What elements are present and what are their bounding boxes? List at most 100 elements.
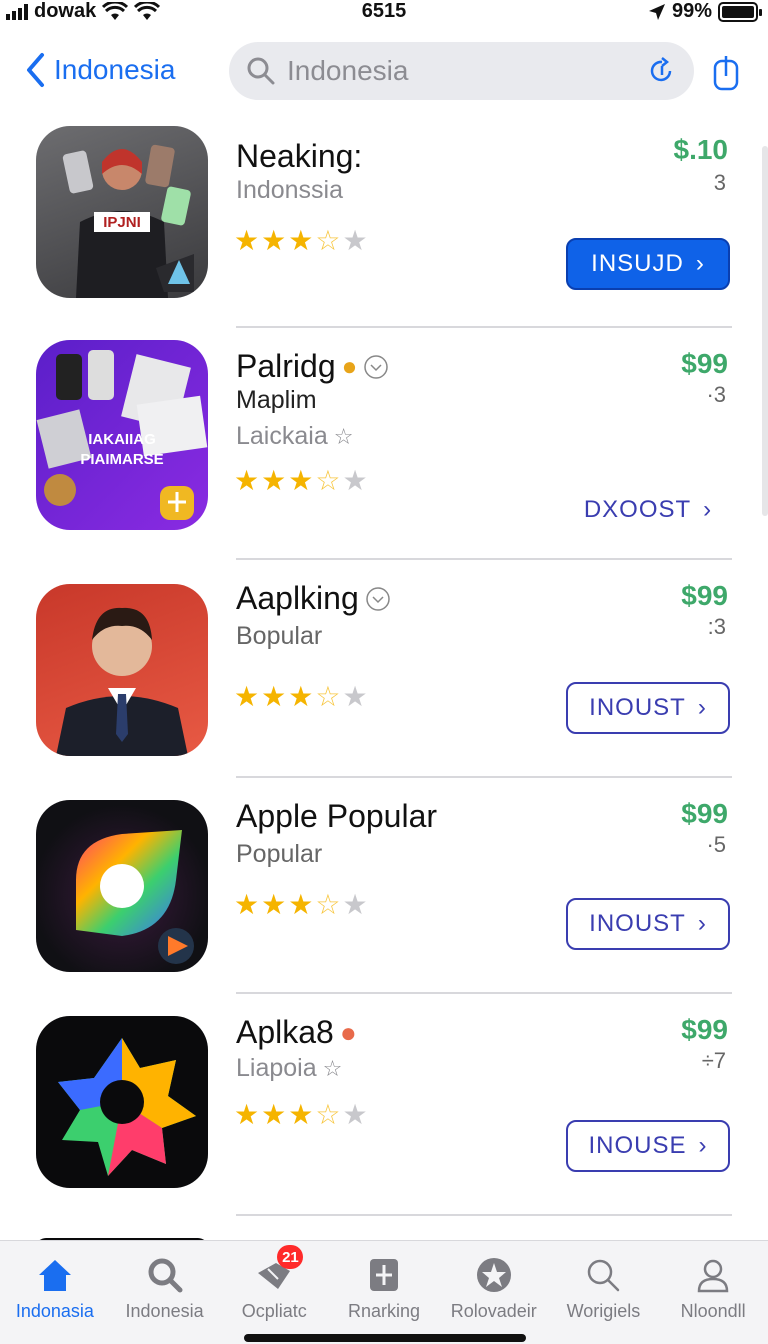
install-button[interactable]: INOUST › — [566, 682, 730, 734]
app-price: $.10 — [673, 134, 729, 165]
app-name[interactable]: Aaplking — [236, 580, 391, 617]
app-name[interactable]: Palridg ● — [236, 348, 389, 385]
chevron-right-icon: › — [695, 250, 705, 277]
rating-stars: ★ ★ ★ ☆ ★ — [234, 224, 368, 257]
star-filled-icon: ★ — [261, 681, 287, 712]
chevron-right-icon: › — [697, 694, 707, 721]
app-icon — [36, 800, 208, 972]
app-count: 3 — [713, 170, 726, 195]
chevron-right-icon: › — [697, 910, 707, 937]
app-icon — [36, 584, 208, 756]
chevron-right-icon: › — [698, 1132, 708, 1159]
rating-stars: ★ ★ ★ ☆ ★ — [234, 888, 368, 921]
tab-updates[interactable]: 21 Ocpliatc — [219, 1241, 329, 1344]
app-name-text: Neaking: — [236, 138, 363, 174]
app-name[interactable]: Aplka8 ● — [236, 1014, 357, 1051]
star-filled-icon: ★ — [261, 225, 287, 256]
star-half-icon: ☆ — [315, 1099, 341, 1130]
star-empty-icon: ★ — [342, 1099, 368, 1130]
rating-stars: ★ ★ ★ ☆ ★ — [234, 1098, 368, 1131]
star-filled-icon: ★ — [288, 889, 314, 920]
app-count: :3 — [707, 614, 726, 639]
search-bar[interactable] — [229, 42, 694, 100]
tab-search-secondary[interactable]: Worigiels — [549, 1241, 659, 1344]
tab-search[interactable]: Indonesia — [110, 1241, 220, 1344]
list-item[interactable]: Aaplking Bopular ★ ★ ★ ☆ ★ $99 :3 INOUST › — [0, 560, 768, 778]
star-empty-icon: ★ — [342, 465, 368, 496]
app-name-text: Palridg — [236, 348, 336, 384]
tab-label: Ocpliatc — [241, 1301, 307, 1321]
app-price: $99 — [681, 798, 728, 829]
app-subtitle: Bopular — [236, 622, 323, 650]
tab-profile[interactable]: Nloondll — [658, 1241, 768, 1344]
app-count: ·5 — [706, 832, 726, 857]
emoji-icon: ● — [341, 351, 358, 381]
install-button[interactable]: INSUJD › — [566, 238, 730, 290]
app-name-text: Aaplking — [236, 580, 359, 616]
list-item[interactable]: Apple Popular Popular ★ ★ ★ ☆ ★ $99 ·5 INOUS… — [0, 778, 768, 994]
app-icon: IPJNI — [36, 126, 208, 298]
search-icon — [247, 57, 275, 85]
app-subtitle-text: Liapoia — [236, 1054, 317, 1082]
install-button-label: INSUJD — [591, 250, 684, 277]
star-outline-icon: ☆ — [333, 423, 354, 449]
tab-label: Nloondll — [680, 1301, 746, 1321]
tab-today[interactable]: Indonasia — [0, 1241, 110, 1344]
star-filled-icon: ★ — [288, 1099, 314, 1130]
svg-text:IPJNI: IPJNI — [103, 214, 141, 231]
battery-icon — [718, 1, 762, 22]
app-subtitle-secondary-text: Laickaia — [236, 422, 328, 450]
app-subtitle: Indonssia — [236, 176, 344, 204]
app-list: IPJNI Neaking: Indonssia ★ ★ ★ ☆ ★ $.10 3 IN… — [0, 116, 768, 1258]
apps-icon — [476, 1258, 511, 1292]
list-item[interactable]: IPJNI Neaking: Indonssia ★ ★ ★ ☆ ★ $.10 3 IN… — [0, 116, 768, 328]
star-half-icon: ☆ — [315, 889, 341, 920]
chevron-left-icon — [27, 53, 44, 87]
star-filled-icon: ★ — [234, 681, 260, 712]
refresh-icon[interactable] — [648, 57, 676, 85]
app-name[interactable]: Neaking: — [236, 138, 362, 175]
star-filled-icon: ★ — [234, 465, 260, 496]
color-star-icon — [58, 1038, 196, 1176]
status-right: 99% — [648, 0, 762, 23]
app-price: $99 — [681, 580, 728, 611]
star-outline-icon: ☆ — [322, 1055, 343, 1081]
install-button[interactable]: INOUST › — [566, 898, 730, 950]
profile-icon — [697, 1259, 729, 1293]
svg-text:IAKAIIAG: IAKAIIAG — [88, 431, 156, 448]
app-subtitle-secondary: Laickaia ☆ — [236, 422, 353, 451]
list-item[interactable]: Aplka8 ● Liapoia ☆ ★ ★ ★ ☆ ★ $99 ÷7 INOUSE › — [0, 994, 768, 1216]
rating-stars: ★ ★ ★ ☆ ★ — [234, 464, 368, 497]
back-button[interactable]: Indonesia — [24, 52, 175, 88]
color-ring-icon — [76, 830, 194, 964]
nav-bar: Indonesia — [0, 38, 768, 104]
share-icon[interactable] — [706, 52, 746, 92]
chevron-down-circle-icon — [366, 586, 390, 611]
install-button-label: INOUST — [589, 910, 686, 937]
search-icon — [588, 1259, 620, 1292]
app-icon: IAKAIIAG PIAIMARSE — [36, 340, 208, 530]
star-filled-icon: ★ — [288, 681, 314, 712]
star-filled-icon: ★ — [234, 225, 260, 256]
tab-label: Worigiels — [566, 1301, 641, 1321]
tab-bar: Indonasia Indonesia 21 Ocpliatc Rnarking… — [0, 1240, 768, 1344]
home-icon — [38, 1260, 71, 1291]
updates-badge: 21 — [277, 1245, 304, 1269]
install-button[interactable]: INOUSE › — [566, 1120, 730, 1172]
collage-illustration-icon: IAKAIIAG PIAIMARSE — [36, 350, 208, 520]
ranking-icon — [370, 1259, 399, 1291]
search-input[interactable] — [287, 55, 636, 87]
tab-ranking[interactable]: Rnarking — [329, 1241, 439, 1344]
star-empty-icon: ★ — [342, 681, 368, 712]
star-half-icon: ☆ — [315, 681, 341, 712]
install-button[interactable]: DXOOST › — [566, 484, 730, 536]
chevron-right-icon: › — [703, 496, 713, 523]
app-name[interactable]: Apple Popular — [236, 798, 437, 835]
tab-apps[interactable]: Rolovadeir — [439, 1241, 549, 1344]
battery-percent: 99% — [671, 0, 712, 22]
app-icon — [36, 1016, 208, 1188]
tab-label: Indonesia — [125, 1301, 204, 1321]
status-bar: dowak 6515 99% — [0, 0, 768, 26]
star-empty-icon: ★ — [342, 889, 368, 920]
list-item[interactable]: IAKAIIAG PIAIMARSE Palridg ● Maplim Laic… — [0, 328, 768, 560]
